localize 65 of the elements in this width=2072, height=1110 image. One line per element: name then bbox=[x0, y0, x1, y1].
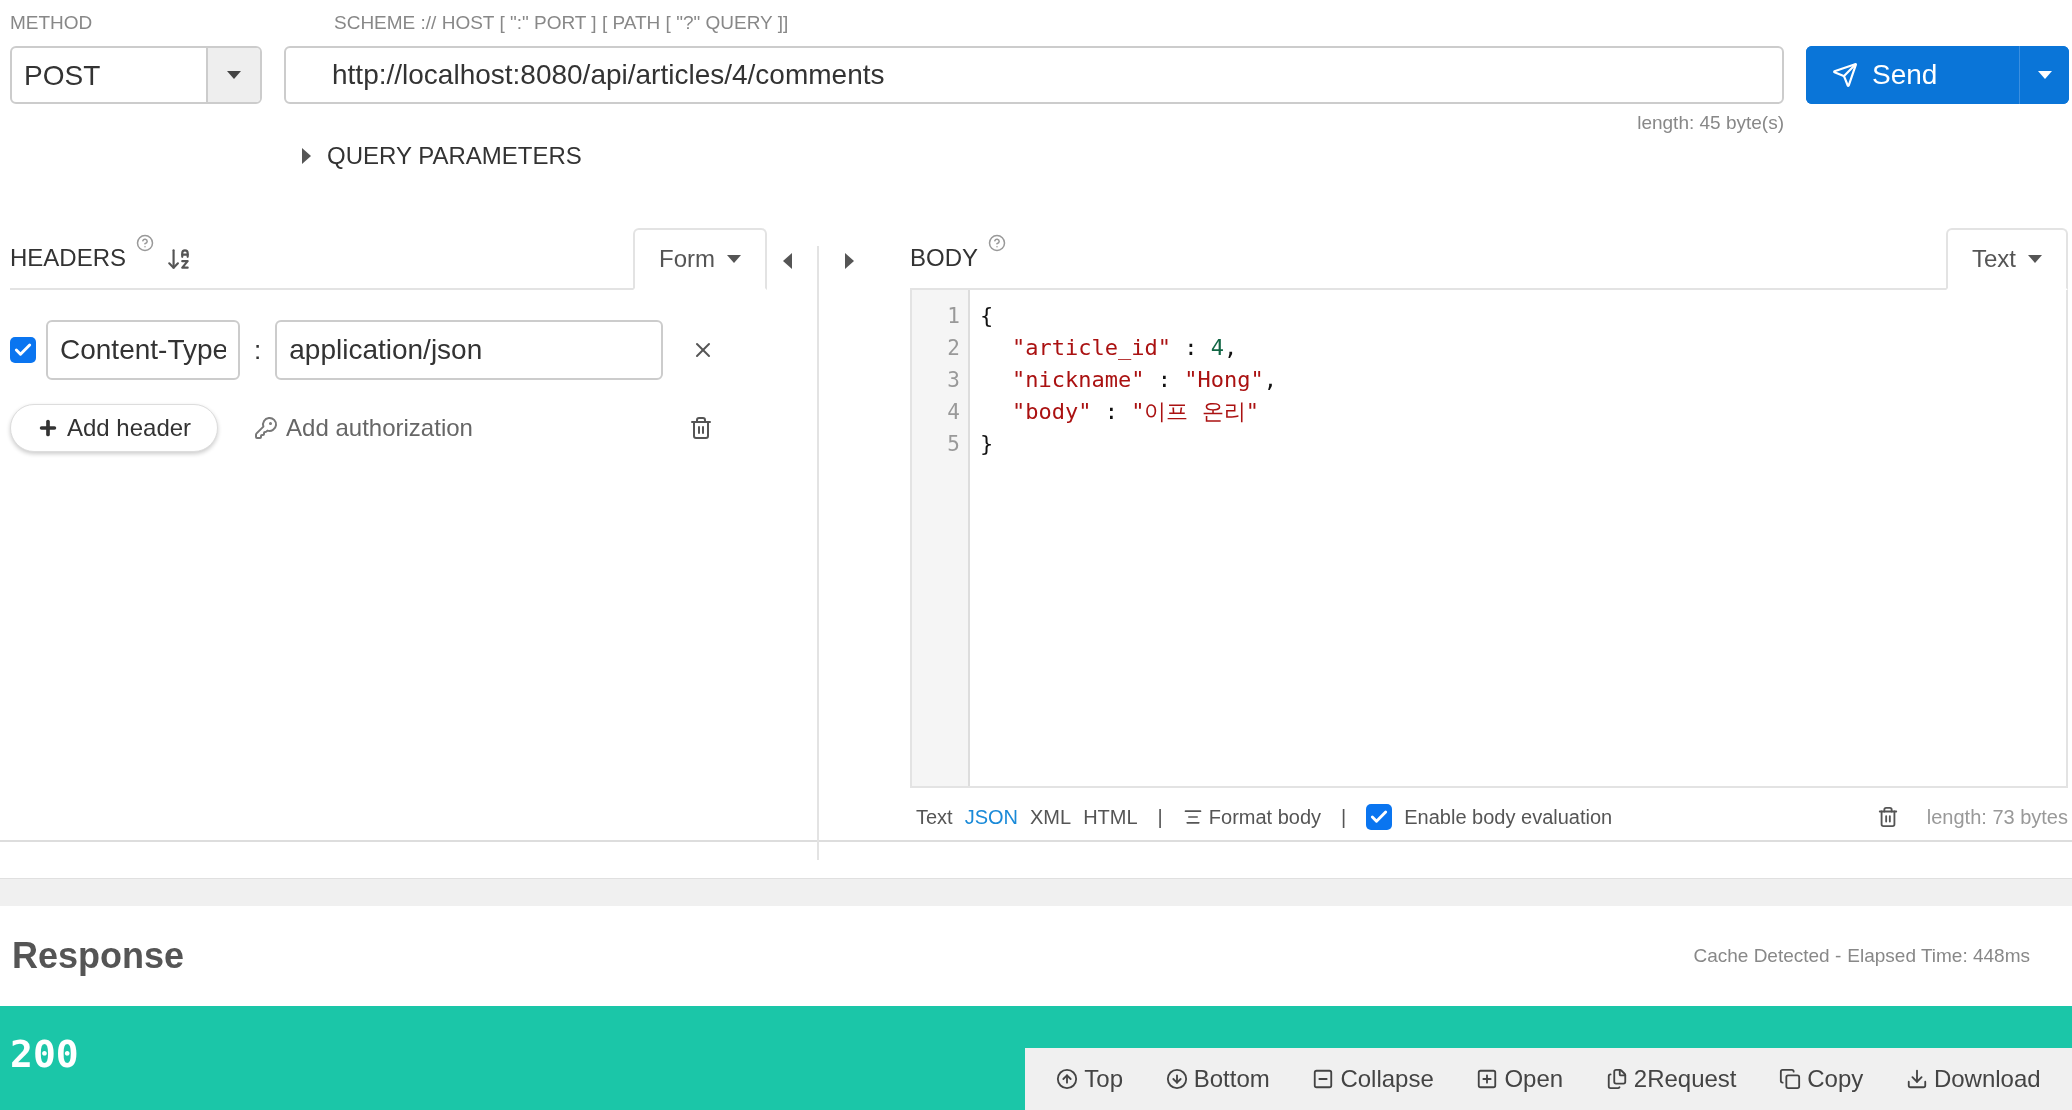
url-label: SCHEME :// HOST [ ":" PORT ] [ PATH [ "?" QUERY ]] bbox=[333, 12, 790, 35]
colon: : bbox=[253, 334, 263, 366]
line-number: 4 bbox=[946, 399, 961, 426]
method-label: METHOD bbox=[10, 12, 94, 35]
code-line: { bbox=[980, 302, 995, 330]
format-option[interactable]: JSON bbox=[964, 805, 1019, 829]
send-icon bbox=[1832, 62, 1858, 88]
headers-mode-dropdown[interactable]: Form bbox=[633, 228, 767, 290]
line-number: 2 bbox=[946, 335, 961, 362]
line-number: 3 bbox=[946, 367, 961, 394]
body-mode-dropdown[interactable]: Text bbox=[1946, 228, 2068, 290]
status-code: 200 bbox=[10, 1032, 79, 1076]
code-line: "article_id" : 4, bbox=[1011, 334, 1239, 362]
send-options-button[interactable] bbox=[2019, 46, 2069, 104]
copy-icon bbox=[1779, 1068, 1802, 1090]
header-value-field[interactable]: application/json bbox=[275, 320, 664, 380]
elapsed-time: Elapsed Time: 448ms bbox=[1847, 945, 2030, 967]
cache-status: Cache Detected - bbox=[1693, 945, 1842, 967]
headers-title: HEADERS bbox=[10, 244, 127, 273]
trash-icon[interactable] bbox=[1876, 806, 1899, 828]
bottom-button[interactable]: Bottom bbox=[1165, 1065, 1270, 1093]
open-button[interactable]: Open bbox=[1476, 1065, 1564, 1093]
evaluation-label: Enable body evaluation bbox=[1404, 805, 1613, 829]
query-parameters-toggle[interactable]: QUERY PARAMETERS bbox=[302, 142, 582, 170]
request-button[interactable]: 2Request bbox=[1605, 1065, 1737, 1093]
add-authorization-link[interactable]: Add authorization bbox=[248, 413, 479, 443]
separator: | bbox=[1157, 805, 1163, 829]
code-line: } bbox=[980, 430, 995, 458]
format-option[interactable]: HTML bbox=[1083, 805, 1138, 829]
code-editor[interactable]: 1 2 3 4 5 { "article_id" : 4, "nickname" : "Hong", "body" : "이프 온리" } bbox=[910, 290, 2068, 788]
documents-icon bbox=[1605, 1068, 1628, 1090]
url-field[interactable]: http://localhost:8080/api/articles/4/comments bbox=[284, 46, 1784, 104]
url-length: length: 45 byte(s) bbox=[1636, 112, 1784, 134]
line-number: 5 bbox=[946, 431, 961, 458]
copy-button[interactable]: Copy bbox=[1779, 1065, 1864, 1093]
key-icon bbox=[254, 416, 279, 440]
body-title: BODY bbox=[910, 244, 978, 273]
plus-square-icon bbox=[1476, 1068, 1499, 1090]
collapse-button[interactable]: Collapse bbox=[1312, 1065, 1434, 1093]
code-line: "nickname" : "Hong", bbox=[1011, 366, 1278, 394]
evaluation-checkbox[interactable] bbox=[1366, 804, 1393, 830]
format-body-button[interactable]: Format body bbox=[1182, 805, 1322, 829]
response-title: Response bbox=[12, 935, 185, 977]
line-number: 1 bbox=[946, 303, 961, 330]
code-line: "body" : "이프 온리" bbox=[1011, 398, 1260, 426]
trash-icon[interactable] bbox=[688, 416, 713, 440]
help-icon bbox=[988, 234, 1006, 252]
caret-icon bbox=[227, 71, 241, 79]
body-length: length: 73 bytes bbox=[1926, 805, 2068, 829]
header-checkbox[interactable] bbox=[10, 337, 36, 363]
format-option[interactable]: XML bbox=[1030, 805, 1072, 829]
minus-square-icon bbox=[1312, 1068, 1335, 1090]
add-header-button[interactable]: Add header bbox=[10, 404, 219, 452]
arrow-down-circle-icon bbox=[1165, 1068, 1188, 1090]
download-icon bbox=[1905, 1068, 1928, 1090]
top-button[interactable]: Top bbox=[1056, 1065, 1124, 1093]
align-lines-icon bbox=[1182, 807, 1203, 827]
separator: | bbox=[1341, 805, 1347, 829]
help-icon bbox=[136, 234, 155, 252]
format-option[interactable]: Text bbox=[916, 805, 953, 829]
method-select[interactable]: POST bbox=[10, 46, 262, 104]
header-name-field[interactable]: Content-Type bbox=[46, 320, 240, 380]
download-button[interactable]: Download bbox=[1905, 1065, 2041, 1093]
plus-icon bbox=[37, 417, 59, 439]
arrow-up-circle-icon bbox=[1056, 1068, 1079, 1090]
